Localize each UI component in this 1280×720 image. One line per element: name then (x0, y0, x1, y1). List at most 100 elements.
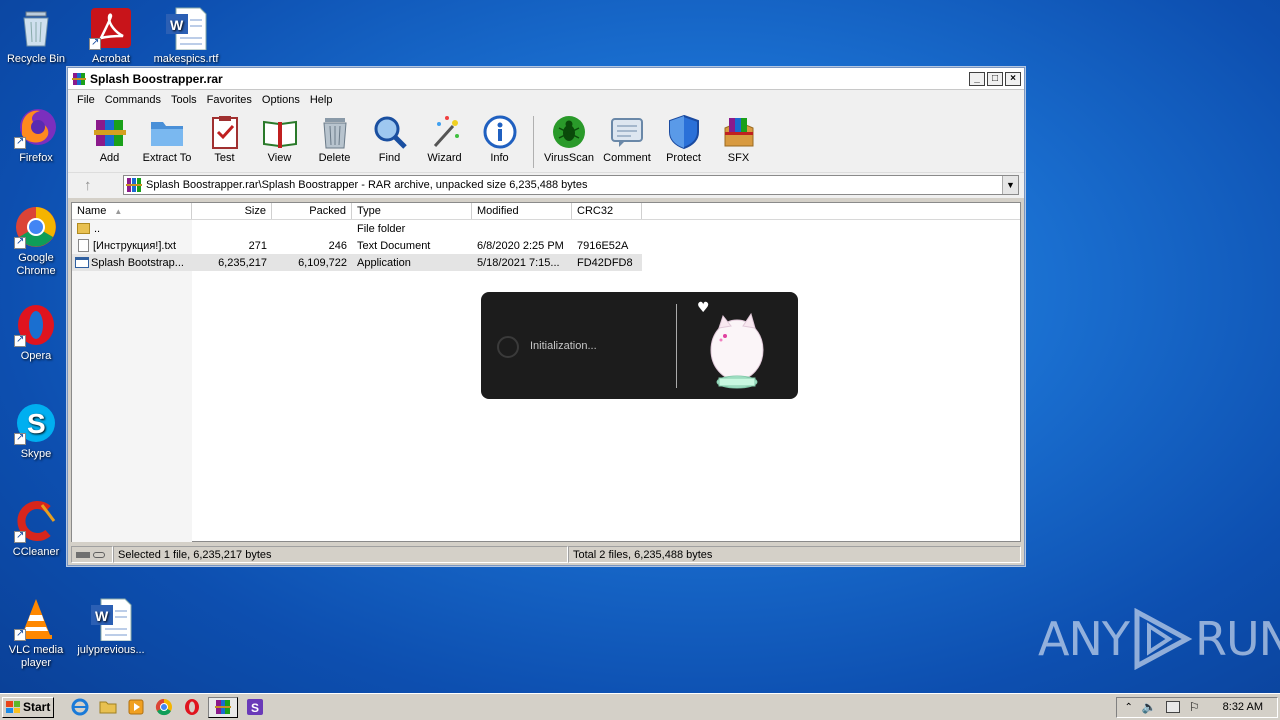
file-modified: 6/8/2020 2:25 PM (477, 239, 564, 252)
address-field[interactable]: Splash Boostrapper.rar\Splash Boostrappe… (123, 175, 1019, 195)
protect-button[interactable]: Protect (656, 114, 711, 164)
address-path: Splash Boostrapper.rar\Splash Boostrappe… (146, 179, 588, 191)
taskbar: Start S ⌃ 🔈 ⚐ 8:32 AM (0, 693, 1280, 720)
svg-text:S: S (251, 701, 259, 715)
taskbar-splash-app[interactable]: S (242, 697, 268, 718)
desktop-icon-vlc[interactable]: VLC media player (0, 597, 72, 670)
taskbar-ie[interactable] (68, 697, 92, 718)
magic-wand-icon (427, 114, 463, 150)
find-button[interactable]: Find (362, 114, 417, 164)
taskbar-explorer[interactable] (96, 697, 120, 718)
test-label: Test (214, 152, 235, 164)
sfx-box-icon (721, 114, 757, 150)
desktop-icon-label: Acrobat (92, 53, 130, 65)
file-row-instructions[interactable]: [Инструкция!].txt 271 246 Text Document … (72, 237, 1020, 254)
extract-to-button[interactable]: Extract To (137, 114, 197, 164)
column-header-modified[interactable]: Modified (472, 203, 572, 219)
sfx-button[interactable]: SFX (711, 114, 766, 164)
address-dropdown-button[interactable]: ▼ (1002, 176, 1018, 194)
file-crc: FD42DFD8 (577, 256, 633, 269)
menu-options[interactable]: Options (257, 94, 305, 106)
delete-button[interactable]: Delete (307, 114, 362, 164)
menu-file[interactable]: File (72, 94, 100, 106)
maximize-button[interactable]: □ (987, 71, 1003, 86)
splash-divider (676, 304, 677, 388)
initialization-text: Initialization... (530, 340, 597, 352)
desktop-icon-skype[interactable]: S Skype (0, 401, 72, 461)
chrome-icon (14, 205, 58, 249)
taskbar-opera[interactable] (180, 697, 204, 718)
menu-tools[interactable]: Tools (166, 94, 202, 106)
winrar-icon (215, 700, 231, 714)
sfx-label: SFX (727, 152, 750, 164)
info-button[interactable]: Info (472, 114, 527, 164)
add-label: Add (99, 152, 120, 164)
media-player-icon (128, 699, 144, 715)
taskbar-media-player[interactable] (124, 697, 148, 718)
view-button[interactable]: View (252, 114, 307, 164)
file-crc: 7916E52A (577, 239, 629, 252)
column-header-type[interactable]: Type (352, 203, 472, 219)
column-header-size[interactable]: Size (192, 203, 272, 219)
clock[interactable]: 8:32 AM (1223, 701, 1263, 713)
watermark-right-text: RUN (1194, 612, 1280, 666)
recycle-bin-icon (14, 6, 58, 50)
taskbar-winrar[interactable] (208, 696, 238, 718)
desktop-icon-julyprevious[interactable]: W julyprevious... (75, 597, 147, 657)
desktop-icon-opera[interactable]: Opera (0, 303, 72, 363)
desktop-icon-makespics[interactable]: W makespics.rtf (150, 6, 222, 66)
column-header-crc32[interactable]: CRC32 (572, 203, 642, 219)
menu-commands[interactable]: Commands (100, 94, 166, 106)
action-center-flag-icon[interactable]: ⚐ (1189, 700, 1200, 714)
volume-icon[interactable]: 🔈 (1142, 700, 1157, 714)
status-drive-segment[interactable] (71, 546, 113, 563)
file-type: Application (357, 256, 411, 269)
virusscan-button[interactable]: VirusScan (540, 114, 598, 164)
column-header-name[interactable]: Name ▲ (72, 203, 192, 219)
book-icon (262, 114, 298, 150)
desktop-icon-label: julyprevious... (77, 644, 145, 656)
desktop-icon-chrome[interactable]: Google Chrome (0, 205, 72, 278)
find-label: Find (378, 152, 401, 164)
toolbar: Add Extract To Test View Delete Find Wiz… (68, 110, 1024, 172)
show-hidden-icons-icon[interactable]: ⌃ (1125, 702, 1133, 713)
menu-favorites[interactable]: Favorites (202, 94, 257, 106)
desktop-icon-label: Skype (20, 448, 52, 460)
minimize-button[interactable]: _ (969, 71, 985, 86)
folder-icon (99, 701, 117, 714)
extract-to-label: Extract To (142, 152, 192, 164)
clipboard-check-icon (207, 114, 243, 150)
network-icon[interactable] (1165, 701, 1180, 713)
desktop-icon-firefox[interactable]: Firefox (0, 105, 72, 165)
status-total: Total 2 files, 6,235,488 bytes (568, 546, 1021, 563)
firefox-icon (14, 105, 58, 149)
test-button[interactable]: Test (197, 114, 252, 164)
info-icon (482, 114, 518, 150)
up-arrow-icon[interactable]: ↑ (84, 177, 92, 194)
menu-help[interactable]: Help (305, 94, 338, 106)
wizard-button[interactable]: Wizard (417, 114, 472, 164)
add-button[interactable]: Add (82, 114, 137, 164)
opera-icon (14, 303, 58, 347)
protect-label: Protect (666, 152, 701, 164)
file-name: Splash Bootstrap... (91, 256, 184, 269)
column-header-packed[interactable]: Packed (272, 203, 352, 219)
ccleaner-icon (14, 499, 58, 543)
file-row-application[interactable]: Splash Bootstrap... 6,235,217 6,109,722 … (72, 254, 642, 271)
file-name: [Инструкция!].txt (93, 239, 177, 252)
file-name: .. (94, 222, 101, 235)
file-type: File folder (357, 222, 406, 235)
desktop-icon-recycle-bin[interactable]: Recycle Bin (0, 6, 72, 66)
taskbar-chrome[interactable] (152, 697, 176, 718)
close-button[interactable]: × (1005, 71, 1021, 86)
view-label: View (267, 152, 292, 164)
cat-mascot-icon: ♥ (697, 300, 764, 389)
desktop-icon-acrobat[interactable]: Acrobat (75, 6, 147, 66)
file-row-parent[interactable]: .. File folder (72, 220, 1020, 237)
desktop-icon-ccleaner[interactable]: CCleaner (0, 499, 72, 559)
comment-button[interactable]: Comment (598, 114, 656, 164)
start-button[interactable]: Start (2, 696, 54, 718)
window-titlebar[interactable]: Splash Boostrapper.rar _ □ × (68, 68, 1024, 90)
svg-text:♥: ♥ (697, 300, 710, 316)
file-list-header: Name ▲ Size Packed Type Modified CRC32 (72, 203, 1020, 220)
